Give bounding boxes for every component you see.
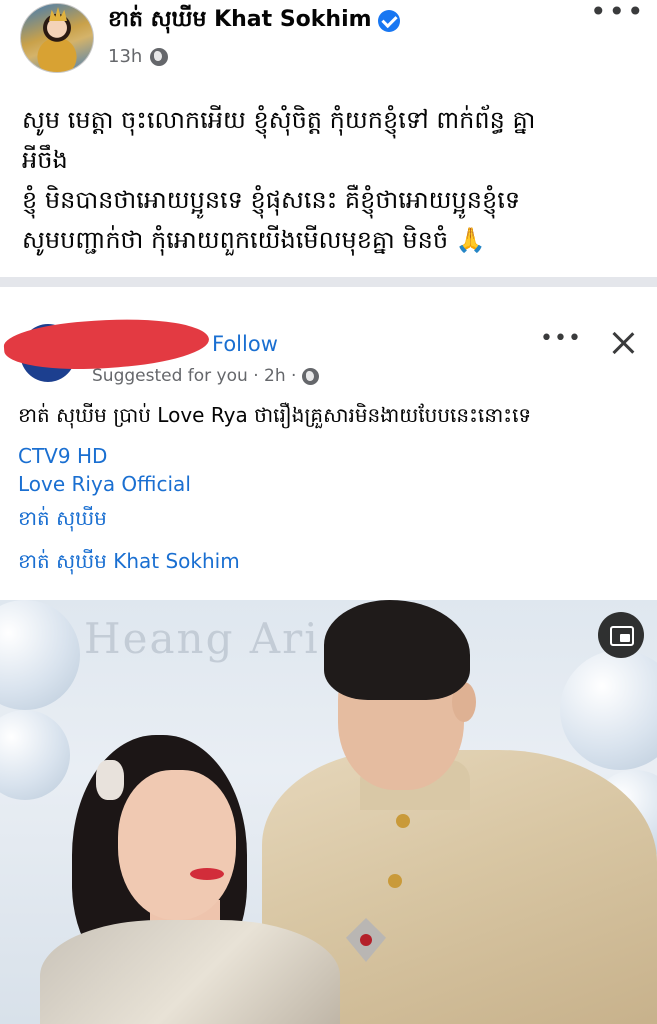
post-text: សូម មេត្តា ចុះលោកអើយ ខ្ញុំសុំចិត្ត កុំយក… — [22, 100, 642, 260]
author-name-row[interactable]: ខាត់ សុឃីម Khat Sokhim — [108, 4, 400, 38]
post-time[interactable]: 13h — [108, 46, 142, 67]
post-photo[interactable]: Heang Ari yuk — [0, 600, 657, 1024]
author-avatar[interactable] — [20, 3, 94, 73]
post-text-line: សូមបញ្ជាក់ថា កុំអោយពួកយើងមើលមុខគ្នា មិនច… — [22, 226, 486, 254]
author-name[interactable]: ខាត់ សុឃីម Khat Sokhim — [108, 5, 372, 37]
page-tag-link[interactable]: ខាត់ សុឃីម Khat Sokhim — [18, 548, 240, 578]
post-divider — [0, 277, 657, 287]
balloon-decoration — [0, 710, 70, 800]
balloon-decoration — [560, 650, 657, 770]
close-icon[interactable] — [608, 328, 638, 358]
post-text-line: ខ្ញុំ មិនបានថាអោយប្អូនទេ ខ្ញុំផុសនេះ គឺខ… — [22, 186, 521, 214]
post-text-line: សូម មេត្តា ចុះលោកអើយ ខ្ញុំសុំចិត្ត កុំយក… — [22, 106, 536, 134]
woman-lips — [190, 868, 224, 880]
gold-button — [396, 814, 410, 828]
suggested-meta: Suggested for you · 2h · — [92, 366, 320, 386]
balloon-decoration — [0, 600, 80, 710]
picture-in-picture-icon[interactable] — [598, 612, 644, 658]
gold-button — [388, 874, 402, 888]
crown-ornament — [49, 7, 67, 21]
post-text-line: អីចឹង — [22, 146, 68, 174]
shared-post-title: ខាត់ សុឃីម ប្រាប់ Love Rya ថារឿងគ្រួសារម… — [18, 403, 532, 427]
follow-button[interactable]: Follow — [212, 332, 278, 356]
page-tag-link[interactable]: CTV9 HD — [18, 444, 107, 468]
woman-dress — [40, 920, 340, 1024]
globe-icon — [150, 47, 169, 66]
verified-badge-icon — [377, 10, 400, 32]
woman-face — [118, 770, 236, 920]
shared-more-options-button[interactable]: ••• — [540, 328, 581, 354]
hair-flower — [96, 760, 124, 800]
page-tag-link[interactable]: Love Riya Official — [18, 472, 191, 496]
suggested-text: Suggested for you · 2h · — [92, 366, 297, 386]
page-tag-link[interactable]: ខាត់ សុឃីម — [18, 505, 107, 535]
man-hair — [324, 600, 470, 700]
post-header: ខាត់ សុឃីម Khat Sokhim 13h ••• — [0, 0, 657, 88]
more-options-button[interactable]: ••• — [590, 0, 644, 30]
globe-icon — [302, 367, 320, 385]
post-meta: 13h — [108, 46, 169, 67]
